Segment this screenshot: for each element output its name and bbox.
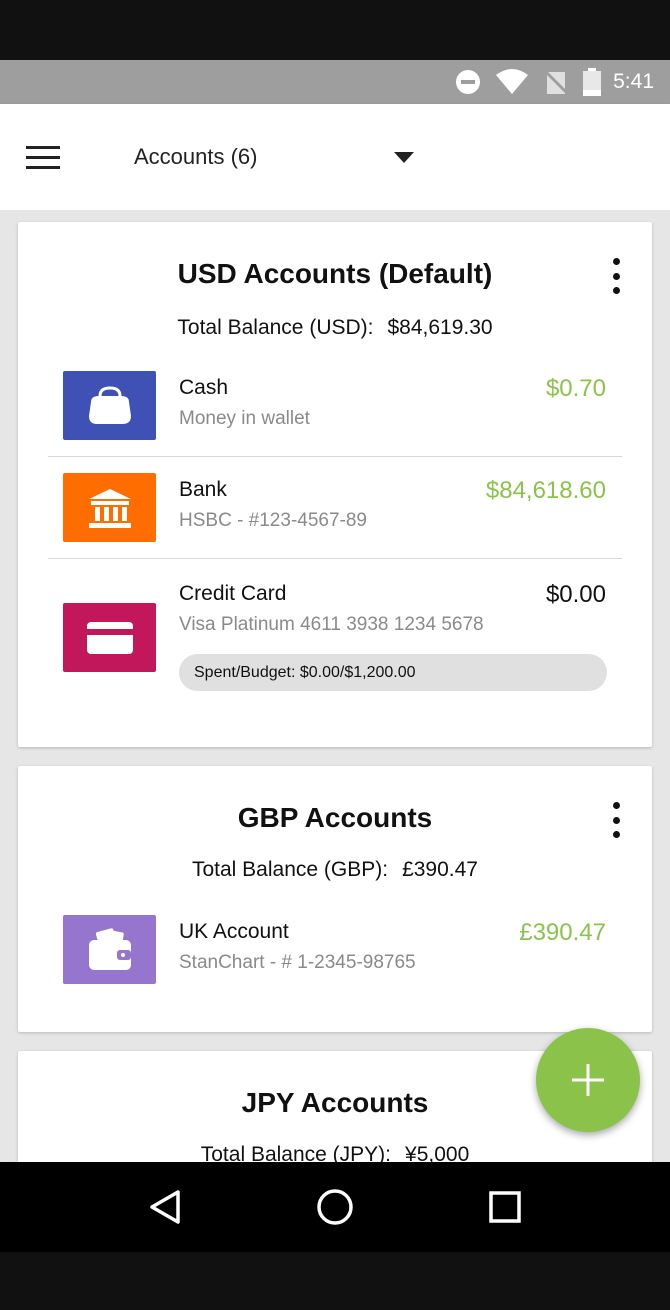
- total-label: Total Balance (GBP):: [191, 858, 389, 881]
- accounts-list[interactable]: USD Accounts (Default) Total Balance (US…: [0, 210, 670, 1162]
- status-time: 5:41: [613, 70, 654, 93]
- total-amount: £390.47: [402, 858, 478, 881]
- account-balance: $84,618.60: [485, 477, 606, 504]
- add-account-button[interactable]: [536, 1028, 640, 1132]
- back-icon[interactable]: [140, 1182, 190, 1232]
- account-row-credit-card[interactable]: Credit Card Visa Platinum 4611 3938 1234…: [48, 570, 622, 720]
- bottom-letterbox: [0, 1252, 670, 1310]
- bank-icon: [63, 473, 156, 542]
- dropdown-arrow-icon: [394, 151, 414, 163]
- row-divider: [48, 558, 622, 559]
- do-not-disturb-icon: [455, 69, 481, 95]
- account-group-card-usd: USD Accounts (Default) Total Balance (US…: [18, 222, 652, 747]
- home-icon[interactable]: [310, 1182, 360, 1232]
- account-name: Bank: [179, 478, 227, 501]
- account-group-card-gbp: GBP Accounts Total Balance (GBP): £390.47…: [18, 766, 652, 1032]
- status-bar: 5:41: [0, 60, 670, 104]
- account-name: Credit Card: [179, 582, 287, 605]
- account-name: Cash: [179, 376, 229, 399]
- group-total: Total Balance (JPY): ¥5,000: [18, 1143, 652, 1162]
- recents-icon[interactable]: [480, 1182, 530, 1232]
- account-row-cash[interactable]: Cash Money in wallet $0.70: [48, 366, 622, 458]
- account-subtitle: HSBC - #123-4567-89: [179, 510, 367, 531]
- accounts-dropdown-label: Accounts (6): [134, 144, 258, 169]
- more-options-icon[interactable]: [606, 802, 626, 838]
- total-amount: ¥5,000: [405, 1143, 470, 1162]
- account-name: UK Account: [179, 920, 289, 943]
- group-total: Total Balance (GBP): £390.47: [18, 858, 652, 882]
- budget-badge: Spent/Budget: $0.00/$1,200.00: [179, 654, 607, 691]
- account-subtitle: Visa Platinum 4611 3938 1234 5678: [179, 614, 484, 635]
- account-subtitle: StanChart - # 1-2345-98765: [179, 952, 416, 973]
- total-amount: $84,619.30: [387, 316, 493, 339]
- group-title: GBP Accounts: [237, 802, 433, 833]
- group-total: Total Balance (USD): $84,619.30: [18, 316, 652, 340]
- account-balance: $0.70: [545, 375, 606, 402]
- credit-card-icon: [63, 603, 156, 672]
- app-bar: Accounts (6): [0, 104, 670, 210]
- total-label: Total Balance (JPY):: [200, 1143, 392, 1162]
- group-title: USD Accounts (Default): [177, 258, 493, 289]
- accounts-dropdown[interactable]: Accounts (6): [134, 144, 414, 170]
- total-label: Total Balance (USD):: [177, 316, 374, 339]
- more-options-icon[interactable]: [606, 258, 626, 294]
- hamburger-menu-icon[interactable]: [26, 137, 78, 177]
- plus-icon: [572, 1064, 604, 1096]
- account-subtitle: Money in wallet: [179, 408, 310, 429]
- account-balance: £390.47: [519, 919, 606, 946]
- battery-icon: [583, 68, 602, 96]
- system-navigation-bar: [0, 1162, 670, 1252]
- row-divider: [48, 456, 622, 457]
- account-row-uk-account[interactable]: UK Account StanChart - # 1-2345-98765 £3…: [48, 910, 622, 1002]
- wallet-icon: [63, 915, 156, 984]
- no-signal-icon: [543, 69, 569, 95]
- top-letterbox: [0, 0, 670, 60]
- account-row-bank[interactable]: Bank HSBC - #123-4567-89 $84,618.60: [48, 468, 622, 560]
- wifi-icon: [495, 69, 529, 95]
- account-balance: $0.00: [545, 581, 606, 608]
- coin-purse-icon: [63, 371, 156, 440]
